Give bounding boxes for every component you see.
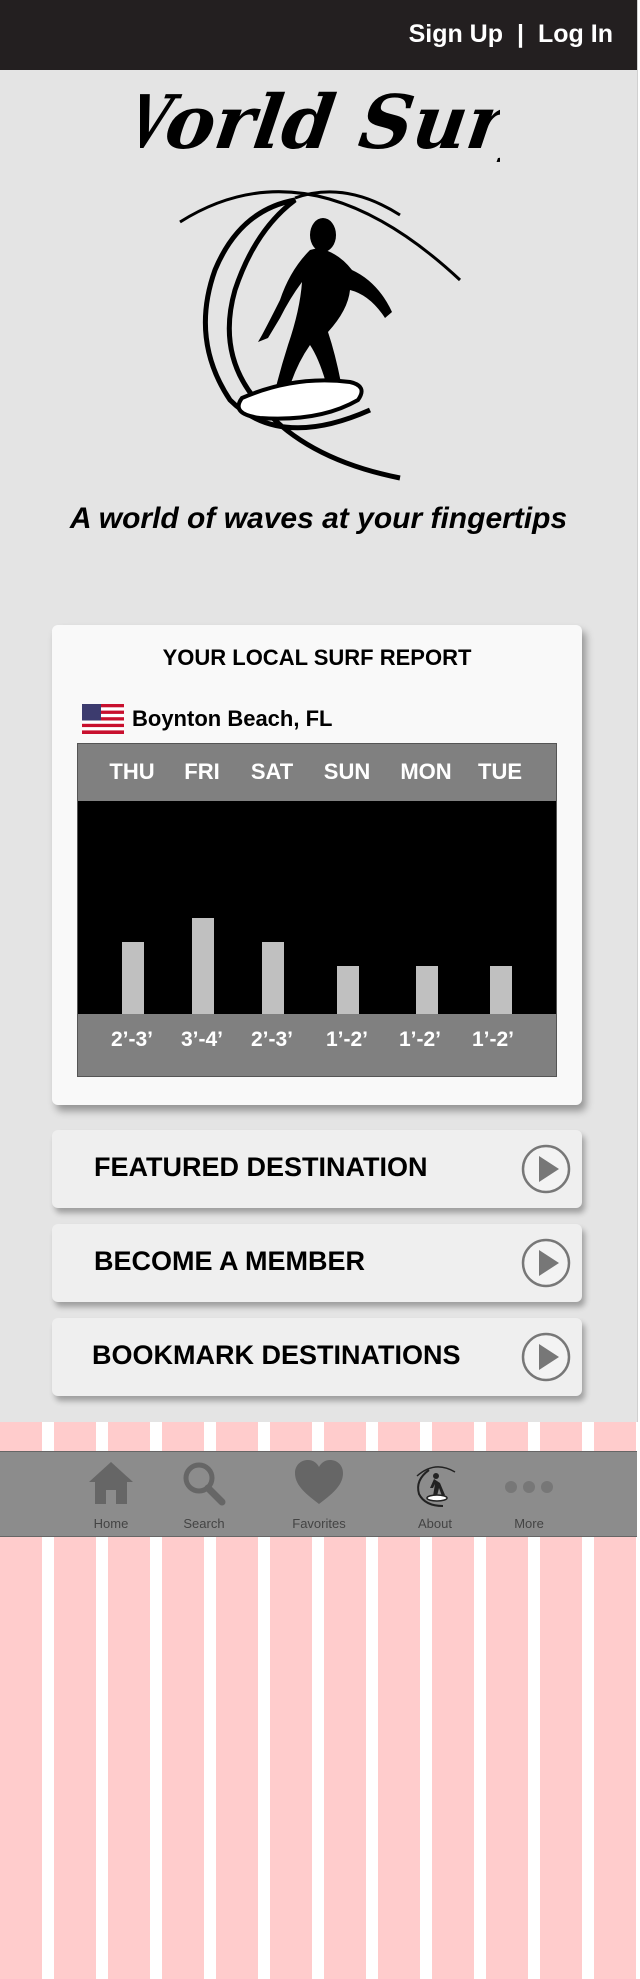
page: Sign Up | Log In World Surf A world of wav… <box>0 0 640 1979</box>
nav-home-label: Home <box>93 1516 129 1531</box>
day-label: MON <box>400 759 452 784</box>
day-label: TUE <box>478 759 522 784</box>
surf-forecast-chart: THU FRI SAT SUN MON TUE 2’-3’ 3’-4’ 2’-3… <box>77 743 557 1077</box>
surfer-logo-icon <box>416 1466 456 1507</box>
bottom-nav-bar: Home Search Favorites About More <box>0 1451 637 1537</box>
forecast-bar-fri <box>192 918 214 1014</box>
search-icon <box>183 1462 226 1506</box>
forecast-bar-mon <box>416 966 438 1014</box>
sign-up-link[interactable]: Sign Up <box>409 20 503 48</box>
nav-about-label: About <box>418 1516 452 1531</box>
us-flag-icon <box>82 704 124 734</box>
featured-destination-label: FEATURED DESTINATION <box>94 1152 428 1182</box>
day-label: FRI <box>184 759 220 784</box>
chart-range-footer: 2’-3’ 3’-4’ 2’-3’ 1’-2’ 1’-2’ 1’-2’ <box>78 1014 556 1076</box>
play-icon <box>521 1332 571 1382</box>
day-label: THU <box>109 759 155 784</box>
nav-about[interactable]: About <box>390 1458 480 1534</box>
wave-range-label: 1’-2’ <box>325 1028 369 1051</box>
tagline: A world of waves at your fingertips <box>69 502 568 535</box>
nav-search[interactable]: Search <box>159 1458 249 1534</box>
surf-report-card: YOUR LOCAL SURF REPORT Boynton Beach, FL… <box>52 625 582 1105</box>
wave-range-label: 2’-3’ <box>110 1028 154 1051</box>
chart-day-header: THU FRI SAT SUN MON TUE <box>78 744 556 801</box>
location-row[interactable]: Boynton Beach, FL <box>82 703 332 735</box>
top-bar: Sign Up | Log In <box>0 0 637 70</box>
nav-home[interactable]: Home <box>66 1458 156 1534</box>
play-icon <box>521 1144 571 1194</box>
become-member-button[interactable]: BECOME A MEMBER <box>52 1224 582 1302</box>
featured-destination-button[interactable]: FEATURED DESTINATION <box>52 1130 582 1208</box>
logo-wordmark: World Surf <box>140 78 500 166</box>
surf-report-title: YOUR LOCAL SURF REPORT <box>162 645 472 670</box>
day-label: SAT <box>250 759 294 784</box>
play-icon <box>521 1238 571 1288</box>
more-dots-icon <box>505 1481 553 1493</box>
auth-separator: | <box>517 20 525 48</box>
location-name: Boynton Beach, FL <box>132 706 333 731</box>
auth-links: Sign Up | Log In <box>409 20 613 49</box>
bookmark-destinations-label: BOOKMARK DESTINATIONS <box>92 1340 461 1370</box>
nav-more-label: More <box>514 1516 544 1531</box>
wave-range-label: 1’-2’ <box>471 1028 515 1051</box>
wave-range-label: 3’-4’ <box>180 1028 224 1051</box>
surfer-logo-icon <box>179 190 462 481</box>
nav-favorites[interactable]: Favorites <box>274 1458 364 1534</box>
bookmark-destinations-button[interactable]: BOOKMARK DESTINATIONS <box>52 1318 582 1396</box>
wave-range-label: 2’-3’ <box>250 1028 294 1051</box>
app-screen: Sign Up | Log In World Surf A world of wav… <box>0 0 638 1422</box>
forecast-bar-thu <box>122 942 144 1014</box>
forecast-bar-sat <box>262 942 284 1014</box>
home-icon <box>89 1462 133 1504</box>
nav-favorites-label: Favorites <box>292 1516 346 1531</box>
nav-search-label: Search <box>183 1516 225 1531</box>
log-in-link[interactable]: Log In <box>538 20 613 48</box>
heart-icon <box>295 1460 343 1504</box>
wave-range-label: 1’-2’ <box>398 1028 442 1051</box>
day-label: SUN <box>323 759 371 784</box>
chart-plot-area <box>78 801 556 1014</box>
nav-more[interactable]: More <box>484 1458 574 1534</box>
forecast-bar-tue <box>490 966 512 1014</box>
become-member-label: BECOME A MEMBER <box>94 1246 366 1276</box>
forecast-bar-sun <box>337 966 359 1014</box>
